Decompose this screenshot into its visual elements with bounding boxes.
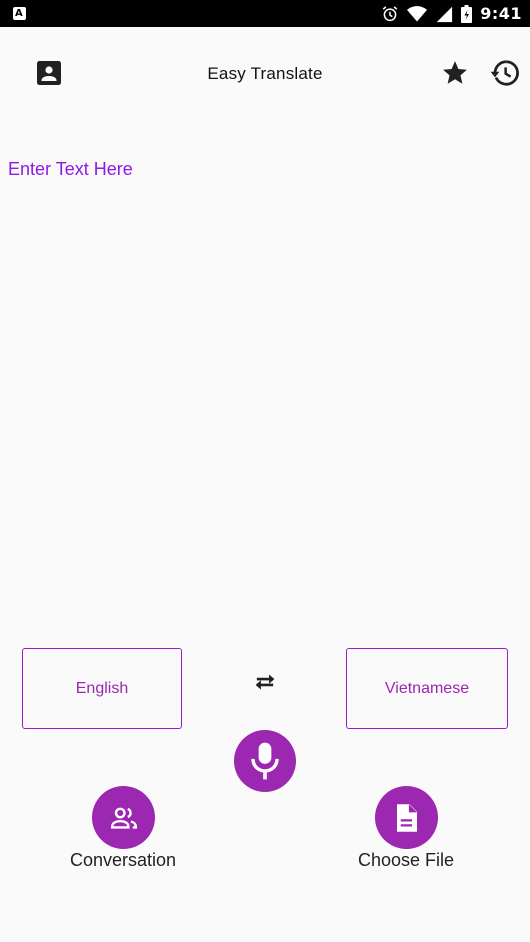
people-icon — [110, 807, 137, 829]
conversation-button[interactable] — [92, 786, 155, 849]
alarm-icon — [382, 5, 398, 21]
file-icon — [396, 803, 417, 832]
choose-file-button[interactable] — [375, 786, 438, 849]
wifi-icon — [407, 5, 428, 21]
microphone-icon — [251, 742, 279, 780]
microphone-button[interactable] — [234, 730, 296, 792]
status-time: 9:41 — [480, 4, 522, 23]
history-icon[interactable] — [490, 58, 520, 88]
star-icon[interactable] — [441, 59, 469, 87]
status-icons: 9:41 — [381, 0, 522, 27]
source-language-button[interactable]: English — [22, 648, 182, 729]
app-bar: Easy Translate — [0, 27, 530, 119]
target-language-button[interactable]: Vietnamese — [346, 648, 508, 729]
target-language-label: Vietnamese — [384, 679, 470, 697]
swap-icon[interactable] — [251, 668, 279, 696]
battery-icon — [461, 4, 473, 23]
choose-file-label: Choose File — [357, 850, 455, 870]
conversation-label: Conversation — [69, 850, 177, 870]
source-text-input[interactable] — [8, 155, 518, 629]
a-notification-icon: A — [13, 7, 26, 20]
status-bar: A 9:41 — [0, 0, 530, 27]
signal-icon — [437, 6, 453, 22]
source-language-label: English — [75, 679, 129, 697]
